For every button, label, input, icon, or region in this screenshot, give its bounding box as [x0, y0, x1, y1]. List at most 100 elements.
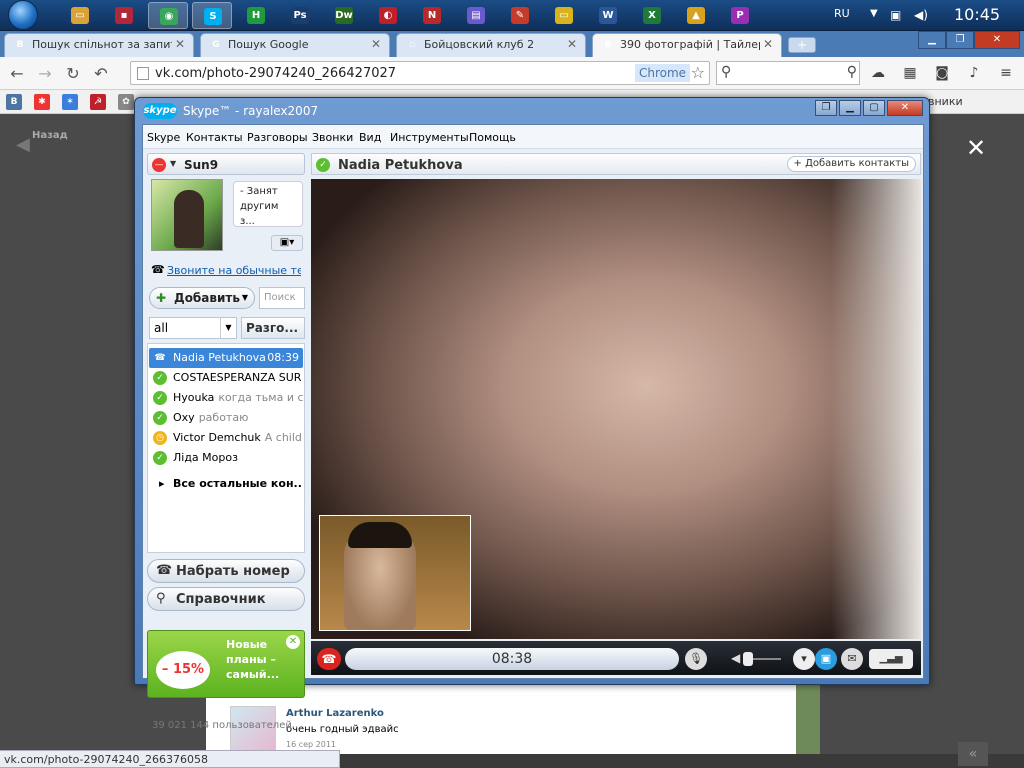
call-quality-indicator[interactable]: ▁▃▅ [869, 649, 913, 669]
taskbar-app-triangle-button[interactable]: ▲ [676, 2, 716, 29]
taskbar-app-paint-button[interactable]: ✎ [500, 2, 540, 29]
user-avatar[interactable] [151, 179, 223, 251]
bookmark-icon[interactable]: ☭ [90, 94, 106, 110]
taskbar-skype-button[interactable]: S [192, 2, 232, 29]
browser-tab[interactable]: G Пошук Google ✕ [200, 33, 390, 57]
volume-icon[interactable]: ◀) [914, 8, 928, 22]
close-promo-icon[interactable]: ✕ [286, 635, 300, 649]
start-button[interactable] [8, 0, 44, 31]
mood-message[interactable]: - Занят другим з... [233, 181, 303, 227]
taskbar-chrome-button[interactable]: ◉ [148, 2, 188, 29]
scroll-back-button[interactable]: « [958, 742, 988, 766]
tray-expand-icon[interactable]: ▼ [870, 8, 878, 19]
taskbar-app-stack-button[interactable]: ▤ [456, 2, 496, 29]
bookmark-vk-icon[interactable]: B [6, 94, 22, 110]
skype-logo-icon: skype [143, 103, 177, 119]
skype-minimize-button[interactable]: ▁ [839, 100, 861, 116]
screenshot-extension-icon[interactable]: ▦ [900, 65, 920, 83]
close-tab-icon[interactable]: ✕ [567, 37, 577, 51]
bookmark-butterfly-icon[interactable]: ✶ [62, 94, 78, 110]
browser-tab[interactable]: ▫ Бойцовский клуб 2 ✕ [396, 33, 586, 57]
taskbar-opera-like-button[interactable]: ◐ [368, 2, 408, 29]
contact-search-input[interactable]: Поиск [259, 287, 305, 309]
close-viewer-icon[interactable]: ✕ [966, 134, 986, 162]
promo-banner[interactable]: – 15% Новые планы – самый... ✕ [147, 630, 305, 698]
network-icon[interactable]: ▣ [890, 8, 904, 22]
chrome-menu-icon[interactable]: ≡ [996, 65, 1016, 83]
file-explorer-icon: ▭ [71, 7, 89, 24]
search-go-icon[interactable]: ⚲ [847, 64, 857, 80]
music-extension-icon[interactable]: ♪ [964, 65, 984, 83]
close-tab-icon[interactable]: ✕ [371, 37, 381, 51]
bookmark-icon[interactable]: ✱ [34, 94, 50, 110]
taskbar-dreamweaver-button[interactable]: Dw [324, 2, 364, 29]
compact-view-button[interactable]: ❐ [815, 100, 837, 116]
hang-up-button[interactable]: ☎ [317, 648, 341, 670]
menu-contacts[interactable]: Контакты [186, 131, 243, 144]
menu-calls[interactable]: Звонки [312, 131, 353, 144]
contact-row[interactable]: ✓ COSTAESPERANZA SUR [149, 368, 303, 388]
tab-conversations[interactable]: Разго... [241, 317, 305, 339]
forward-button[interactable]: → [34, 63, 56, 85]
close-window-button[interactable]: ✕ [974, 31, 1020, 49]
contacts-filter-select[interactable]: all ▼ [149, 317, 237, 339]
contact-row[interactable]: ☎ Nadia Petukhova 08:39 [149, 348, 303, 368]
menu-skype[interactable]: Skype [147, 131, 180, 144]
im-chat-button[interactable]: ✉ [841, 648, 863, 670]
skype-close-button[interactable]: ✕ [887, 100, 923, 116]
call-contact-name[interactable]: Nadia Petukhova [338, 158, 463, 173]
browser-tab-active[interactable]: B 390 фотографій | Тайлер ✕ [592, 33, 782, 57]
reload-button[interactable]: ↻ [62, 63, 84, 85]
remote-video[interactable] [311, 179, 921, 639]
taskbar-app-p-button[interactable]: P [720, 2, 760, 29]
taskbar-app-red-button[interactable]: ▪ [104, 2, 144, 29]
taskbar-file-explorer-button[interactable]: ▭ [60, 2, 100, 29]
user-status-row[interactable]: — ▼ Sun9 [147, 153, 305, 175]
contact-row[interactable]: ✓ Oxy работаю [149, 408, 303, 428]
contact-row[interactable]: ✓ Ліда Мороз [149, 448, 303, 468]
taskbar-app-yellow-button[interactable]: ▭ [544, 2, 584, 29]
clock[interactable]: 10:45 [954, 5, 1000, 24]
skype-maximize-button[interactable]: ▢ [863, 100, 885, 116]
menu-conversations[interactable]: Разговоры [247, 131, 308, 144]
mute-mic-button[interactable]: 🎙 [685, 648, 707, 670]
commenter-name[interactable]: Arthur Lazarenko [286, 708, 384, 719]
minimize-button[interactable]: ▁ [918, 31, 946, 49]
directory-button[interactable]: ⚲ Справочник [147, 587, 305, 611]
menu-help[interactable]: Помощь [469, 131, 516, 144]
close-tab-icon[interactable]: ✕ [763, 37, 773, 51]
camera-extension-icon[interactable]: ◙ [932, 65, 952, 83]
video-toggle-button[interactable]: ▣ [815, 648, 837, 670]
taskbar-app-n-button[interactable]: N [412, 2, 452, 29]
taskbar-excel-button[interactable]: X [632, 2, 672, 29]
dial-number-button[interactable]: ☎ Набрать номер [147, 559, 305, 583]
menu-view[interactable]: Вид [359, 131, 381, 144]
address-bar[interactable]: vk.com/photo-29074240_266427027 Chrome ☆ [130, 61, 710, 85]
history-undo-button[interactable]: ↶ [90, 63, 112, 85]
restore-button[interactable]: ❐ [946, 31, 974, 49]
contact-row[interactable]: ◷ Victor DemchukA child... [149, 428, 303, 448]
browser-tab[interactable]: B Пошук спільнот за запитом ✕ [4, 33, 194, 57]
taskbar-word-button[interactable]: W [588, 2, 628, 29]
taskbar-photoshop-button[interactable]: Ps [280, 2, 320, 29]
bookmark-label[interactable]: вники [928, 95, 963, 108]
call-phones-link[interactable]: ☎ Звоните на обычные те... [151, 263, 305, 279]
menu-tools[interactable]: Инструменты [390, 131, 469, 144]
new-tab-button[interactable]: + [788, 37, 816, 53]
add-contact-button[interactable]: ✚ Добавить ▼ [149, 287, 255, 309]
bookmark-icon[interactable]: ✿ [118, 94, 134, 110]
bookmark-star-icon[interactable]: ☆ [691, 63, 705, 82]
weather-extension-icon[interactable]: ☁ [868, 65, 888, 83]
add-contacts-button[interactable]: + Добавить контакты [786, 156, 916, 172]
search-box[interactable]: ⚲ ⚲ [716, 61, 860, 85]
language-indicator[interactable]: RU [834, 7, 850, 20]
call-options-dropdown[interactable]: ▾ [793, 648, 815, 670]
all-contacts-row[interactable]: ▸ Все остальные кон... [149, 474, 303, 494]
close-tab-icon[interactable]: ✕ [175, 37, 185, 51]
contact-row[interactable]: ✓ Hyoukaкогда тьма и с... [149, 388, 303, 408]
back-button[interactable]: ← [6, 63, 28, 85]
taskbar-h-app-button[interactable]: H [236, 2, 276, 29]
change-picture-button[interactable]: ▣▾ [271, 235, 303, 251]
self-video-preview[interactable] [319, 515, 471, 631]
volume-knob[interactable] [743, 652, 753, 666]
